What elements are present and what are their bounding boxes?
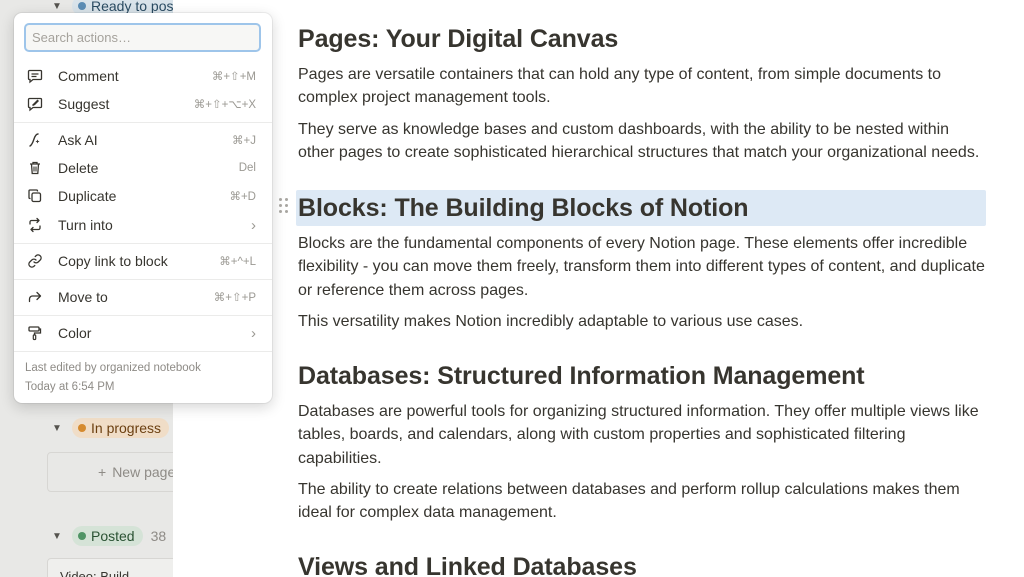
paragraph-databases-1[interactable]: Databases are powerful tools for organiz… — [298, 400, 988, 470]
board-card[interactable]: Video: Build — [47, 558, 173, 577]
menu-item-suggest[interactable]: Suggest ⌘+⇧+⌥+X — [20, 91, 266, 117]
menu-item-label: Comment — [58, 68, 119, 84]
chevron-right-icon: › — [251, 216, 256, 234]
shortcut-label: ⌘+⇧+P — [213, 292, 256, 304]
menu-item-turn-into[interactable]: Turn into › — [20, 212, 266, 238]
menu-item-label: Ask AI — [58, 132, 98, 148]
menu-item-label: Delete — [58, 160, 99, 176]
shortcut-label: ⌘+D — [229, 191, 256, 203]
search-actions-input[interactable] — [26, 25, 259, 50]
menu-divider — [14, 351, 272, 352]
menu-divider — [14, 315, 272, 316]
trash-icon — [26, 159, 44, 177]
menu-item-duplicate[interactable]: Duplicate ⌘+D — [20, 183, 266, 209]
heading-views[interactable]: Views and Linked Databases — [298, 553, 637, 577]
last-edited-by: Last edited by organized notebook — [25, 362, 201, 374]
menu-divider — [14, 122, 272, 123]
menu-item-delete[interactable]: Delete Del — [20, 155, 266, 181]
paragraph-pages-1[interactable]: Pages are versatile containers that can … — [298, 63, 988, 110]
collapse-caret-icon[interactable]: ▼ — [52, 423, 64, 434]
shortcut-label: ⌘+⇧+⌥+X — [193, 99, 256, 111]
shortcut-label: ⌘+J — [232, 135, 256, 147]
new-page-label: New page — [112, 464, 173, 480]
menu-item-label: Move to — [58, 289, 108, 305]
plus-icon: + — [98, 464, 107, 480]
paragraph-blocks-1[interactable]: Blocks are the fundamental components of… — [298, 232, 988, 302]
shortcut-label: ⌘+⇧+M — [211, 71, 256, 83]
collapse-caret-icon[interactable]: ▼ — [52, 1, 64, 12]
collapse-caret-icon[interactable]: ▼ — [52, 531, 64, 542]
suggest-icon — [26, 95, 44, 113]
group-in-progress[interactable]: ▼ In progress — [52, 418, 170, 438]
menu-divider — [14, 279, 272, 280]
search-actions-field[interactable] — [24, 23, 261, 52]
comment-icon — [26, 67, 44, 85]
shortcut-label: ⌘+^+L — [219, 256, 256, 268]
shortcut-label: Del — [238, 162, 256, 174]
paragraph-blocks-2[interactable]: This versatility makes Notion incredibly… — [298, 310, 988, 333]
menu-item-color[interactable]: Color › — [20, 320, 266, 346]
menu-item-copy-link[interactable]: Copy link to block ⌘+^+L — [20, 248, 266, 274]
status-dot-icon — [78, 424, 86, 432]
heading-databases[interactable]: Databases: Structured Information Manage… — [298, 362, 865, 391]
status-dot-icon — [78, 2, 86, 10]
paragraph-databases-2[interactable]: The ability to create relations between … — [298, 478, 988, 525]
new-page-button[interactable]: + New page — [47, 452, 173, 492]
move-arrow-icon — [26, 288, 44, 306]
heading-pages[interactable]: Pages: Your Digital Canvas — [298, 25, 618, 54]
ai-icon — [26, 131, 44, 149]
menu-item-comment[interactable]: Comment ⌘+⇧+M — [20, 63, 266, 89]
menu-item-label: Color — [58, 325, 92, 341]
duplicate-icon — [26, 187, 44, 205]
paint-roller-icon — [26, 324, 44, 342]
paragraph-pages-2[interactable]: They serve as knowledge bases and custom… — [298, 118, 988, 165]
status-pill-posted: Posted — [72, 526, 143, 546]
group-count: 38 — [150, 528, 167, 544]
menu-item-move-to[interactable]: Move to ⌘+⇧+P — [20, 284, 266, 310]
group-posted[interactable]: ▼ Posted 38 — [52, 526, 166, 546]
menu-item-label: Copy link to block — [58, 253, 168, 269]
status-pill-in-progress: In progress — [72, 418, 170, 438]
heading-blocks[interactable]: Blocks: The Building Blocks of Notion — [298, 194, 749, 223]
menu-item-label: Suggest — [58, 96, 110, 112]
group-label: In progress — [91, 420, 162, 436]
drag-handle-icon[interactable] — [279, 198, 289, 218]
block-actions-menu: Comment ⌘+⇧+M Suggest ⌘+⇧+⌥+X Ask AI ⌘+J… — [14, 13, 272, 403]
turn-into-icon — [26, 216, 44, 234]
menu-item-label: Turn into — [58, 217, 113, 233]
menu-divider — [14, 243, 272, 244]
card-title: Video: Build — [60, 569, 130, 577]
menu-item-label: Duplicate — [58, 188, 117, 204]
group-label: Ready to post — [91, 0, 173, 14]
menu-item-ask-ai[interactable]: Ask AI ⌘+J — [20, 127, 266, 153]
link-icon — [26, 252, 44, 270]
chevron-right-icon: › — [251, 324, 256, 342]
last-edited-time: Today at 6:54 PM — [25, 381, 115, 393]
group-label: Posted — [91, 528, 135, 544]
status-dot-icon — [78, 532, 86, 540]
